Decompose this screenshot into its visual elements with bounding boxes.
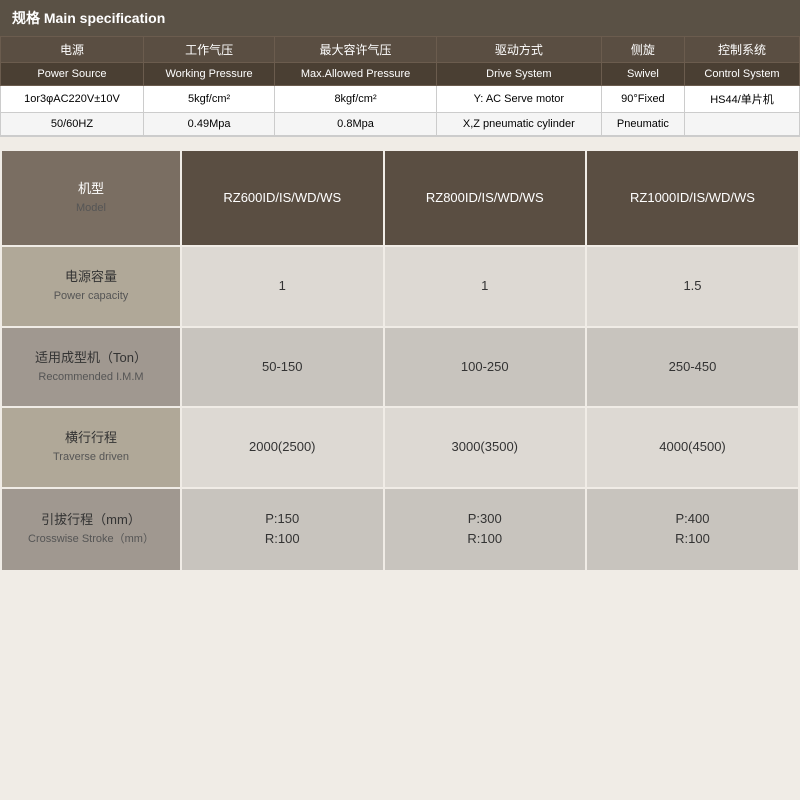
col-header-en-2: Working Pressure bbox=[143, 63, 274, 86]
spec-table: 电源 工作气压 最大容许气压 驱动方式 侧旋 控制系统 Power Source… bbox=[0, 36, 800, 136]
model-row-2: 适用成型机（Ton） Recommended I.M.M 50-150 100-… bbox=[1, 327, 799, 407]
col-header-en-4: Drive System bbox=[436, 63, 601, 86]
col-header-cn-2: 工作气压 bbox=[143, 37, 274, 63]
model-row-3: 横行行程 Traverse driven 2000(2500) 3000(350… bbox=[1, 407, 799, 487]
model-row-3-val-2: 3000(3500) bbox=[384, 407, 587, 487]
spec-cell-2-1: 50/60HZ bbox=[1, 113, 144, 136]
model-row-4-val-3: P:400R:100 bbox=[586, 488, 799, 572]
model-col-1: RZ600ID/IS/WD/WS bbox=[181, 150, 384, 246]
col-header-en-5: Swivel bbox=[601, 63, 684, 86]
spec-cell-2-4: X,Z pneumatic cylinder bbox=[436, 113, 601, 136]
model-header-en: Model bbox=[12, 200, 170, 218]
model-row-3-val-3: 4000(4500) bbox=[586, 407, 799, 487]
spec-cell-1-3: 8kgf/cm² bbox=[275, 86, 437, 113]
model-row-2-val-1: 50-150 bbox=[181, 327, 384, 407]
model-row-2-val-3: 250-450 bbox=[586, 327, 799, 407]
model-row-4: 引拔行程（mm） Crosswise Stroke（mm） P:150R:100… bbox=[1, 488, 799, 572]
model-row-1-val-2: 1 bbox=[384, 246, 587, 326]
model-row-4-val-2: P:300R:100 bbox=[384, 488, 587, 572]
spec-cell-1-4: Y: AC Serve motor bbox=[436, 86, 601, 113]
model-row-2-val-2: 100-250 bbox=[384, 327, 587, 407]
model-row-3-val-1: 2000(2500) bbox=[181, 407, 384, 487]
chinese-header-row: 电源 工作气压 最大容许气压 驱动方式 侧旋 控制系统 bbox=[1, 37, 800, 63]
spec-cell-1-5: 90°Fixed bbox=[601, 86, 684, 113]
model-header-cn: 机型 bbox=[12, 179, 170, 200]
english-header-row: Power Source Working Pressure Max.Allowe… bbox=[1, 63, 800, 86]
model-row-1: 电源容量 Power capacity 1 1 1.5 bbox=[1, 246, 799, 326]
col-header-cn-6: 控制系统 bbox=[685, 37, 800, 63]
model-table: 机型 Model RZ600ID/IS/WD/WS RZ800ID/IS/WD/… bbox=[0, 149, 800, 572]
page-wrapper: 规格 Main specification 电源 工作气压 最大容许气压 驱动方… bbox=[0, 0, 800, 572]
model-row-2-label: 适用成型机（Ton） Recommended I.M.M bbox=[1, 327, 181, 407]
model-row-1-label: 电源容量 Power capacity bbox=[1, 246, 181, 326]
model-row-3-label: 横行行程 Traverse driven bbox=[1, 407, 181, 487]
spec-cell-2-3: 0.8Mpa bbox=[275, 113, 437, 136]
model-section: 机型 Model RZ600ID/IS/WD/WS RZ800ID/IS/WD/… bbox=[0, 149, 800, 572]
spec-row-2: 50/60HZ 0.49Mpa 0.8Mpa X,Z pneumatic cyl… bbox=[1, 113, 800, 136]
page-header: 规格 Main specification bbox=[0, 0, 800, 36]
spec-cell-2-5: Pneumatic bbox=[601, 113, 684, 136]
spec-cell-1-2: 5kgf/cm² bbox=[143, 86, 274, 113]
model-row-4-label: 引拔行程（mm） Crosswise Stroke（mm） bbox=[1, 488, 181, 572]
spec-cell-2-6 bbox=[685, 113, 800, 136]
spec-cell-1-6: HS44/单片机 bbox=[685, 86, 800, 113]
model-col-3: RZ1000ID/IS/WD/WS bbox=[586, 150, 799, 246]
model-label-header: 机型 Model bbox=[1, 150, 181, 246]
col-header-cn-5: 侧旋 bbox=[601, 37, 684, 63]
model-header-row: 机型 Model RZ600ID/IS/WD/WS RZ800ID/IS/WD/… bbox=[1, 150, 799, 246]
spec-row-1: 1or3φAC220V±10V 5kgf/cm² 8kgf/cm² Y: AC … bbox=[1, 86, 800, 113]
col-header-cn-1: 电源 bbox=[1, 37, 144, 63]
model-row-4-val-1: P:150R:100 bbox=[181, 488, 384, 572]
col-header-en-6: Control System bbox=[685, 63, 800, 86]
col-header-cn-3: 最大容许气压 bbox=[275, 37, 437, 63]
model-row-1-val-1: 1 bbox=[181, 246, 384, 326]
header-title: 规格 Main specification bbox=[12, 10, 165, 26]
spec-cell-2-2: 0.49Mpa bbox=[143, 113, 274, 136]
model-col-2: RZ800ID/IS/WD/WS bbox=[384, 150, 587, 246]
model-row-1-val-3: 1.5 bbox=[586, 246, 799, 326]
col-header-en-3: Max.Allowed Pressure bbox=[275, 63, 437, 86]
spec-table-section: 电源 工作气压 最大容许气压 驱动方式 侧旋 控制系统 Power Source… bbox=[0, 36, 800, 137]
col-header-cn-4: 驱动方式 bbox=[436, 37, 601, 63]
col-header-en-1: Power Source bbox=[1, 63, 144, 86]
spec-cell-1-1: 1or3φAC220V±10V bbox=[1, 86, 144, 113]
